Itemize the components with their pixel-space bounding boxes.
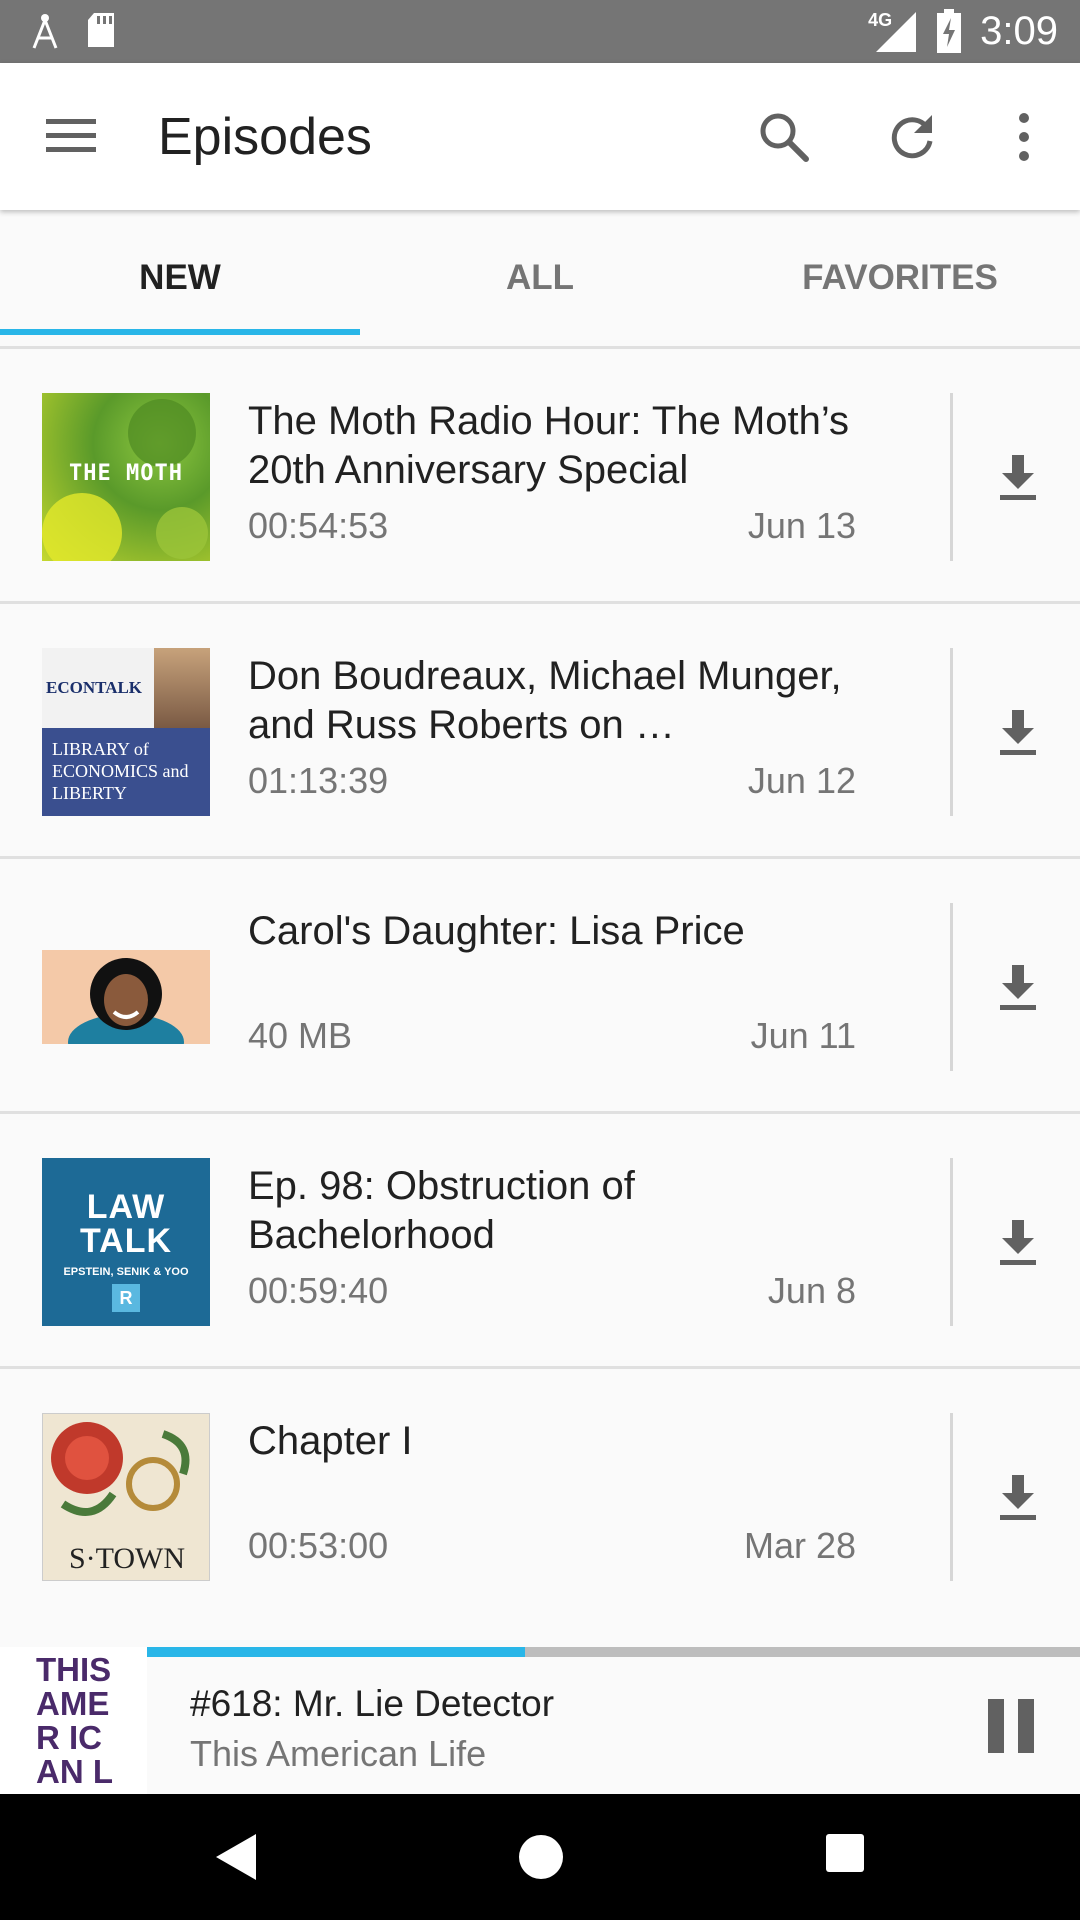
battery-charging-icon	[937, 9, 962, 53]
tab-favorites[interactable]: FAVORITES	[720, 210, 1080, 346]
divider	[950, 1158, 953, 1326]
episode-title: Chapter I	[248, 1419, 413, 1463]
episode-title: Carol's Daughter: Lisa Price	[248, 909, 745, 953]
search-icon	[760, 113, 809, 162]
download-icon	[1000, 710, 1036, 755]
episode-artwork-text: ECONTALK	[46, 678, 143, 697]
pause-icon	[988, 1699, 1034, 1753]
pause-button[interactable]	[986, 1697, 1036, 1755]
tab-indicator	[0, 329, 360, 335]
playback-progress-bar[interactable]	[147, 1647, 1080, 1657]
now-playing-title: #618: Mr. Lie Detector	[190, 1683, 555, 1724]
antenna-icon	[32, 14, 58, 49]
divider	[950, 393, 953, 561]
episode-row[interactable]: LAW TALK EPSTEIN, SENIK & YOO R Ep. 98: …	[0, 1114, 1080, 1369]
download-icon	[1000, 1475, 1036, 1520]
download-button[interactable]	[990, 449, 1046, 505]
back-button[interactable]	[214, 1832, 258, 1882]
download-icon	[1000, 1220, 1036, 1265]
playback-progress-fill	[147, 1647, 525, 1657]
episode-duration: 00:59:40	[248, 1270, 389, 1311]
download-button[interactable]	[990, 1214, 1046, 1270]
download-icon	[1000, 965, 1036, 1010]
episode-artwork-subtext: LIBRARY of ECONOMICS and LIBERTY	[52, 739, 189, 803]
episode-list: THE MOTH The Moth Radio Hour: The Moth’s…	[0, 349, 1080, 1624]
now-playing-show: This American Life	[190, 1733, 487, 1774]
now-playing-artwork: THIS AMER ICAN LIFE	[0, 1647, 147, 1794]
recents-square-icon	[826, 1834, 864, 1872]
signal-icon	[876, 12, 917, 52]
home-button[interactable]	[516, 1832, 566, 1882]
episode-date: Jun 8	[767, 1270, 856, 1311]
search-button[interactable]	[756, 109, 812, 165]
episode-duration: 00:53:00	[248, 1525, 389, 1566]
status-bar: 4G 3:09	[0, 0, 1080, 63]
portrait-illustration	[68, 958, 184, 1044]
app-bar: Episodes	[0, 63, 1080, 210]
download-button[interactable]	[990, 959, 1046, 1015]
episode-duration: 01:13:39	[248, 760, 389, 801]
episode-title: The Moth Radio Hour: The Moth’s 20th Ann…	[248, 399, 850, 492]
episode-row[interactable]: ECONTALK LIBRARY of ECONOMICS and LIBERT…	[0, 604, 1080, 859]
more-vert-icon	[1019, 113, 1029, 161]
episode-artwork: LAW TALK EPSTEIN, SENIK & YOO R	[42, 1158, 210, 1326]
episode-date: Jun 13	[747, 505, 856, 546]
episode-artwork: ECONTALK LIBRARY of ECONOMICS and LIBERT…	[42, 648, 210, 816]
menu-button[interactable]	[44, 113, 100, 159]
episode-date: Jun 12	[747, 760, 856, 801]
status-time: 3:09	[980, 9, 1058, 53]
tab-all[interactable]: ALL	[360, 210, 720, 346]
episode-row[interactable]: Carol's Daughter: Lisa Price 40 MB Jun 1…	[0, 859, 1080, 1114]
hamburger-menu-icon	[46, 119, 96, 152]
page-title: Episodes	[158, 108, 372, 166]
episode-artwork	[42, 950, 210, 1044]
episode-title: Ep. 98: Obstruction of Bachelorhood	[248, 1164, 635, 1257]
episode-duration: 00:54:53	[248, 505, 389, 546]
refresh-button[interactable]	[884, 109, 940, 165]
back-triangle-icon	[216, 1834, 256, 1880]
now-playing-bar[interactable]: THIS AMER ICAN LIFE #618: Mr. Lie Detect…	[0, 1647, 1080, 1794]
episode-artwork: S·TOWN	[42, 1413, 210, 1581]
divider	[950, 648, 953, 816]
more-options-button[interactable]	[1004, 109, 1044, 165]
episode-size: 40 MB	[248, 1015, 353, 1056]
recents-button[interactable]	[824, 1832, 866, 1874]
now-playing-artwork-text: THIS AMER ICAN LIFE	[36, 1651, 113, 1795]
sd-card-icon	[88, 13, 114, 47]
download-button[interactable]	[990, 1469, 1046, 1525]
divider	[950, 903, 953, 1071]
refresh-icon	[891, 115, 933, 159]
episode-artwork-text: THE MOTH	[69, 461, 183, 486]
download-button[interactable]	[990, 704, 1046, 760]
episode-date: Mar 28	[743, 1525, 856, 1566]
episode-date: Jun 11	[750, 1015, 856, 1056]
episode-artwork: THE MOTH	[42, 393, 210, 561]
system-navigation-bar	[0, 1794, 1080, 1920]
episode-row[interactable]: S·TOWN Chapter I 00:53:00 Mar 28	[0, 1369, 1080, 1624]
home-circle-icon	[519, 1835, 563, 1879]
episode-title: Don Boudreaux, Michael Munger, and Russ …	[248, 654, 842, 747]
tab-bar: NEW ALL FAVORITES	[0, 210, 1080, 349]
download-icon	[1000, 455, 1036, 500]
episode-artwork-subtext: EPSTEIN, SENIK & YOO	[63, 1266, 189, 1278]
episode-artwork-text: S·TOWN	[68, 1542, 186, 1575]
tab-new[interactable]: NEW	[0, 210, 360, 346]
episode-artwork-text: LAW TALK	[79, 1188, 173, 1260]
episode-row[interactable]: THE MOTH The Moth Radio Hour: The Moth’s…	[0, 349, 1080, 604]
divider	[950, 1413, 953, 1581]
